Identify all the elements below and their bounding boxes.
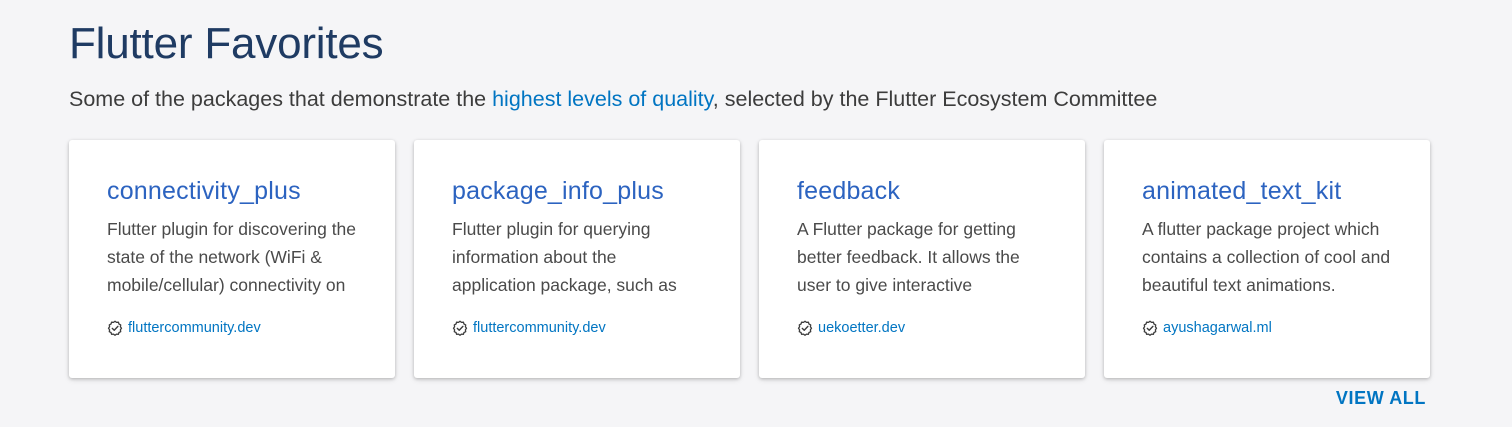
- package-name-link[interactable]: package_info_plus: [452, 175, 702, 207]
- verified-publisher-icon: [797, 320, 813, 336]
- view-all-button[interactable]: VIEW ALL: [1336, 387, 1426, 409]
- package-card-package-info-plus: package_info_plus Flutter plugin for que…: [414, 140, 740, 378]
- package-card-connectivity-plus: connectivity_plus Flutter plugin for dis…: [69, 140, 395, 378]
- publisher-link[interactable]: uekoetter.dev: [818, 319, 905, 337]
- package-description: Flutter plugin for querying information …: [452, 219, 677, 295]
- publisher: uekoetter.dev: [797, 319, 1047, 337]
- package-description: A Flutter package for getting better fee…: [797, 219, 1020, 295]
- package-name-link[interactable]: connectivity_plus: [107, 175, 357, 207]
- verified-publisher-icon: [107, 320, 123, 336]
- package-card-feedback: feedback A Flutter package for getting b…: [759, 140, 1085, 378]
- publisher: fluttercommunity.dev: [107, 319, 357, 337]
- subtitle-prefix: Some of the packages that demonstrate th…: [69, 87, 493, 111]
- subtitle-suffix: , selected by the Flutter Ecosystem Comm…: [712, 87, 1158, 111]
- package-cards: connectivity_plus Flutter plugin for dis…: [69, 140, 1431, 378]
- package-name-link[interactable]: feedback: [797, 175, 1047, 207]
- highest-quality-link[interactable]: highest levels of quality: [492, 87, 713, 111]
- publisher: fluttercommunity.dev: [452, 319, 702, 337]
- verified-publisher-icon: [452, 320, 468, 336]
- section-title: Flutter Favorites: [69, 19, 384, 68]
- section-subtitle: Some of the packages that demonstrate th…: [69, 86, 1157, 112]
- package-name-link[interactable]: animated_text_kit: [1142, 175, 1392, 207]
- publisher-link[interactable]: fluttercommunity.dev: [473, 319, 606, 337]
- package-description: A flutter package project which contains…: [1142, 219, 1391, 295]
- publisher-link[interactable]: fluttercommunity.dev: [128, 319, 261, 337]
- publisher-link[interactable]: ayushagarwal.ml: [1163, 319, 1272, 337]
- package-card-animated-text-kit: animated_text_kit A flutter package proj…: [1104, 140, 1430, 378]
- verified-publisher-icon: [1142, 320, 1158, 336]
- publisher: ayushagarwal.ml: [1142, 319, 1392, 337]
- package-description: Flutter plugin for discovering the state…: [107, 219, 357, 295]
